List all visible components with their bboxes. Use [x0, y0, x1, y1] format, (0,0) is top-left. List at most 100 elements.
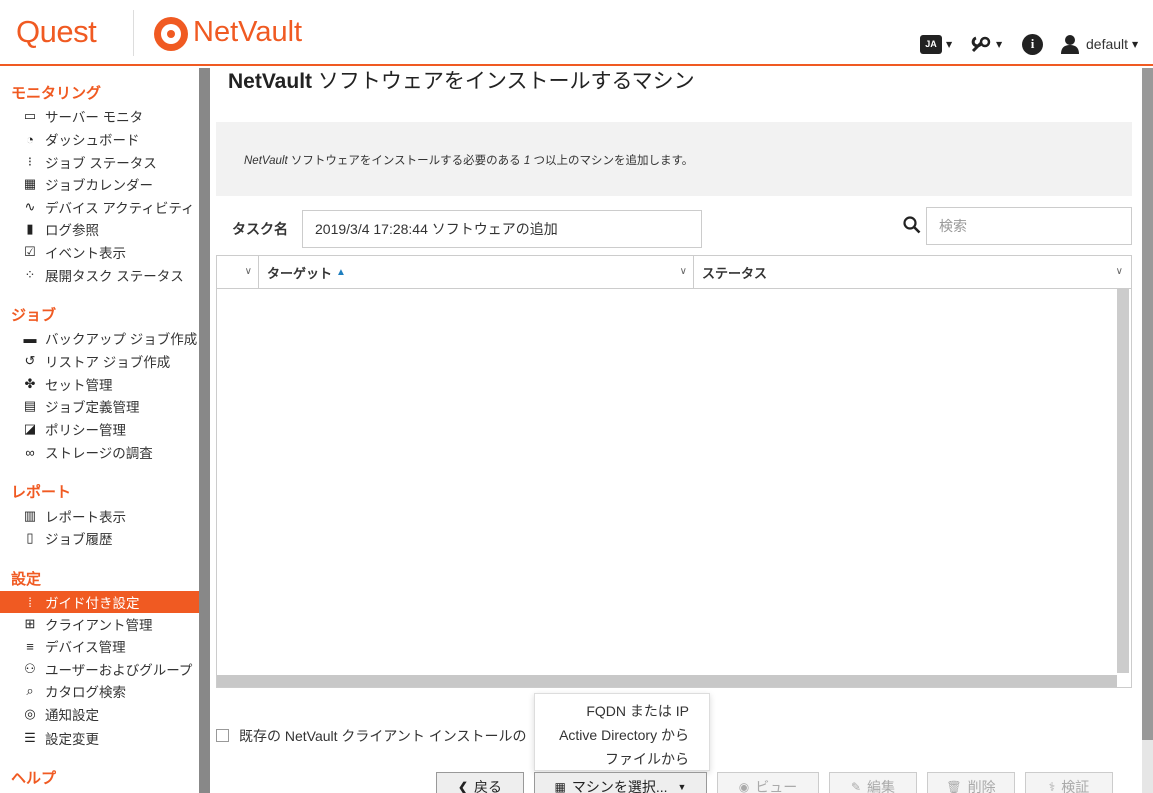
netvault-logo[interactable]: NetVault: [193, 16, 302, 49]
main-scrollbar-thumb[interactable]: [1142, 68, 1153, 740]
search-input[interactable]: [926, 207, 1132, 245]
sidebar-item-label: カタログ検索: [45, 685, 126, 700]
select-machine-dropdown: FQDN または IP Active Directory から ファイルから: [534, 693, 710, 771]
sidebar-item-label: ユーザーおよびグループ: [45, 663, 193, 678]
back-button[interactable]: ❮ 戻る: [436, 772, 524, 793]
table-vertical-scrollbar[interactable]: [1117, 289, 1129, 673]
column-header-target[interactable]: ターゲット ▲ ∨: [259, 256, 694, 289]
quest-logo[interactable]: Quest: [16, 14, 97, 50]
bell-icon: ◎: [24, 706, 36, 721]
sidebar-item[interactable]: ▤ ジョブ定義管理: [0, 395, 199, 417]
sidebar-item[interactable]: ▯ ジョブ履歴: [0, 527, 199, 549]
sidebar-item-label: ダッシュボード: [45, 133, 140, 148]
sidebar-item[interactable]: ☰ 設定変更: [0, 727, 199, 749]
netvault-logo-icon: [154, 17, 188, 51]
page-title: NetVault ソフトウェアをインストールするマシン: [228, 70, 695, 93]
chevron-down-icon[interactable]: ∨: [680, 266, 687, 277]
info-button[interactable]: i: [1022, 33, 1043, 55]
sidebar-item[interactable]: ∞ ストレージの調査: [0, 441, 199, 463]
sidebar-scrollbar[interactable]: [199, 68, 210, 793]
app-header: Quest NetVault JA ▼ ▼ i default ▼: [0, 0, 1153, 66]
sidebar-item-label: ログ参照: [45, 223, 99, 238]
chevron-down-icon: ∨: [244, 266, 252, 277]
info-icon: i: [1022, 33, 1043, 55]
sidebar-item-label: ジョブ履歴: [45, 532, 113, 547]
gauge-icon: ◔: [26, 131, 34, 147]
sidebar-item[interactable]: ▭ サーバー モニタ: [0, 105, 199, 127]
sidebar-item[interactable]: ✤ セット管理: [0, 373, 199, 395]
sidebar-section-title: 設定: [11, 571, 42, 588]
sidebar-item-label: ガイド付き設定: [45, 596, 140, 611]
sidebar-item[interactable]: ▮ ログ参照: [0, 218, 199, 240]
spinner-icon: ⁘: [24, 267, 36, 282]
select-column-header[interactable]: ∨: [217, 256, 259, 289]
edit-button[interactable]: ✎ 編集: [829, 772, 917, 793]
sidebar-item[interactable]: ☑ イベント表示: [0, 241, 199, 263]
eye-icon: ◉: [738, 780, 750, 793]
network-icon: ⊞: [24, 616, 36, 631]
info-text: NetVault ソフトウェアをインストールする必要のある 1 つ以上のマシンを…: [244, 155, 694, 167]
language-menu[interactable]: JA ▼: [920, 33, 952, 55]
user-name: default: [1086, 36, 1129, 52]
sidebar-item[interactable]: ⌕ カタログ検索: [0, 680, 199, 702]
caret-down-icon: ▼: [1132, 39, 1139, 49]
sidebar-item-label: クライアント管理: [45, 618, 153, 633]
sidebar-item[interactable]: ◪ ポリシー管理: [0, 418, 199, 440]
sidebar-item[interactable]: ⊞ クライアント管理: [0, 613, 199, 635]
tools-menu[interactable]: ▼: [970, 33, 1002, 55]
users-icon: ⚇: [24, 661, 36, 676]
network-icon: ▦: [554, 780, 566, 793]
table-header-row: ∨ ターゲット ▲ ∨ ステータス ∨: [217, 256, 1131, 289]
binoculars-icon: ∞: [25, 444, 35, 460]
sliders-icon: ☰: [24, 730, 36, 745]
column-header-status[interactable]: ステータス ∨: [694, 256, 1129, 289]
backup-icon: ▬: [23, 330, 37, 346]
sidebar-item-label: 展開タスク ステータス: [45, 269, 184, 284]
sidebar-item[interactable]: ⁝ ジョブ ステータス: [0, 151, 199, 173]
sidebar-item-label: イベント表示: [45, 246, 126, 261]
clipboard-icon: ▤: [23, 398, 37, 413]
footsteps-icon: ⁞: [28, 594, 32, 610]
existing-client-label: 既存の NetVault クライアント インストールの: [239, 728, 527, 744]
user-menu[interactable]: default ▼: [1060, 33, 1138, 55]
sidebar-item[interactable]: ◔ ダッシュボード: [0, 128, 199, 150]
chevron-down-icon[interactable]: ∨: [1116, 266, 1123, 277]
sidebar-item[interactable]: ▥ レポート表示: [0, 505, 199, 527]
sidebar-item[interactable]: ◎ 通知設定: [0, 703, 199, 725]
task-name-input[interactable]: [302, 210, 702, 248]
chart-icon: ▥: [23, 508, 37, 523]
dropdown-item-fqdn[interactable]: FQDN または IP: [586, 701, 689, 721]
table-horizontal-scrollbar[interactable]: [217, 675, 1117, 687]
verify-button[interactable]: ⚕ 検証: [1025, 772, 1113, 793]
sidebar-item-label: ストレージの調査: [45, 446, 153, 461]
edit-icon: ✎: [850, 780, 862, 793]
delete-button[interactable]: 🗑 削除: [927, 772, 1015, 793]
sidebar-section-title: レポート: [11, 484, 72, 501]
user-icon: [1061, 35, 1079, 54]
sidebar-item[interactable]: ⁞ ガイド付き設定: [0, 591, 199, 613]
dropdown-item-active-directory[interactable]: Active Directory から: [559, 725, 689, 745]
restore-icon: ↺: [24, 353, 36, 368]
history-icon: ▯: [26, 530, 34, 545]
sidebar-item[interactable]: ▦ ジョブカレンダー: [0, 173, 199, 195]
sidebar-item[interactable]: ⁘ 展開タスク ステータス: [0, 264, 199, 286]
select-machine-button[interactable]: ▦ マシンを選択... ▼: [534, 772, 707, 793]
sidebar-item[interactable]: ⚇ ユーザーおよびグループ: [0, 658, 199, 680]
sidebar-item-label: レポート表示: [45, 510, 126, 525]
checkbox-calendar-icon: ☑: [24, 244, 36, 259]
sidebar-item[interactable]: ▬ バックアップ ジョブ作成: [0, 327, 199, 349]
sidebar-item[interactable]: ≡ デバイス管理: [0, 635, 199, 657]
existing-client-checkbox[interactable]: [216, 729, 229, 742]
sidebar-item-label: 通知設定: [45, 708, 99, 723]
sidebar-item-label: ジョブ ステータス: [45, 156, 157, 171]
chat-language-icon: JA: [920, 34, 942, 54]
caret-down-icon: ▼: [996, 39, 1003, 49]
view-button[interactable]: ◉ ビュー: [717, 772, 819, 793]
sidebar-item[interactable]: ∿ デバイス アクティビティ: [0, 196, 199, 218]
sidebar-item[interactable]: ↺ リストア ジョブ作成: [0, 350, 199, 372]
search-icon[interactable]: [903, 216, 921, 234]
sort-ascending-icon: ▲: [336, 267, 346, 278]
logo-divider: [133, 10, 134, 56]
monitor-icon: ▭: [23, 108, 37, 123]
dropdown-item-file[interactable]: ファイルから: [605, 749, 689, 769]
